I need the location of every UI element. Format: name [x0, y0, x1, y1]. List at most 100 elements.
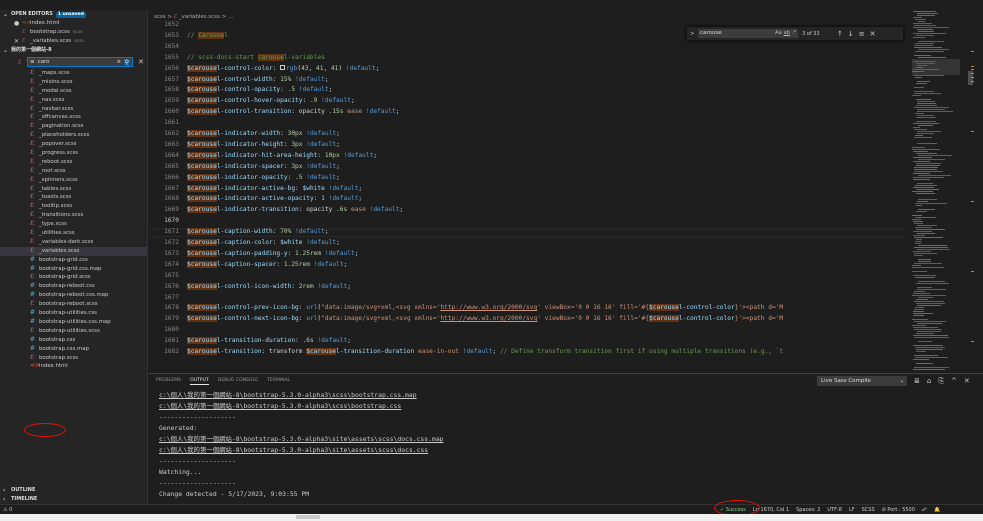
file-tree-item[interactable]: ℰ _tables.scss	[0, 185, 147, 194]
file-tree-item[interactable]: ℰ _spinners.scss	[0, 176, 147, 185]
output-file-link[interactable]: c:\個人\我的第一個網站-8\bootstrap-5.3.0-alpha3\s…	[159, 434, 444, 445]
file-tree-item[interactable]: # bootstrap.css	[0, 336, 147, 345]
minimap-line	[913, 355, 939, 356]
file-tree-item[interactable]: ℰbootstrap-reboot.scss	[0, 300, 147, 309]
live-server-port[interactable]: ⊘ Port : 5500	[882, 507, 915, 513]
maximize-panel-icon[interactable]: ^	[951, 377, 957, 386]
output-log[interactable]: c:\個人\我的第一個網站-8\bootstrap-5.3.0-alpha3\s…	[159, 390, 444, 500]
file-tree-item[interactable]: ℰ _variables-dark.scss	[0, 238, 147, 247]
file-tree-item[interactable]: ℰ _type.scss	[0, 220, 147, 229]
breadcrumb-folder[interactable]: scss	[154, 14, 166, 20]
language-mode[interactable]: SCSS	[862, 507, 875, 513]
file-tree-item[interactable]: # bootstrap-utilities.css.map	[0, 318, 147, 327]
clear-output-icon[interactable]: ⎘	[938, 377, 944, 386]
file-tree-item[interactable]: <> index.html	[0, 362, 147, 371]
output-file-link[interactable]: c:\個人\我的第一個網站-8\bootstrap-5.3.0-alpha3\s…	[159, 390, 444, 401]
file-tree-item[interactable]: ℰ _utilities.scss	[0, 229, 147, 238]
code-editor[interactable]: 1652 1653 // Carousel 1654 1655 // scss-docs-…	[149, 21, 905, 370]
minimap[interactable]	[912, 11, 964, 373]
file-tree-item[interactable]: # bootstrap-reboot.css.map	[0, 291, 147, 300]
minimap-line	[916, 81, 930, 82]
end-of-line[interactable]: LF	[849, 507, 855, 513]
horizontal-scrollbar-thumb[interactable]	[296, 515, 320, 519]
close-editor-icon[interactable]: ✕	[14, 37, 22, 46]
previous-match-icon[interactable]: ↑	[837, 30, 843, 38]
line-number: 1671	[164, 228, 179, 236]
file-tree-item[interactable]: ℰ _placeholders.scss	[0, 131, 147, 140]
editor-scrollbar[interactable]	[966, 11, 974, 373]
feedback-icon[interactable]: ☍	[922, 507, 927, 513]
regex-icon[interactable]: .*	[792, 29, 796, 38]
output-channel-select[interactable]: Live Sass Compile ⌄	[817, 376, 907, 386]
file-tree-item[interactable]: # bootstrap-grid.css	[0, 256, 147, 265]
file-tree-item[interactable]: # bootstrap-grid.css.map	[0, 265, 147, 274]
file-tree-item[interactable]: # bootstrap-reboot.css	[0, 282, 147, 291]
close-filter-icon[interactable]: ✕	[138, 58, 144, 66]
file-tree-item[interactable]: ℰ _root.scss	[0, 167, 147, 176]
breadcrumb-file[interactable]: _variables.scss	[179, 14, 220, 20]
file-tree-item[interactable]: ℰ _pagination.scss	[0, 122, 147, 131]
output-file-link[interactable]: c:\個人\我的第一個網站-8\bootstrap-5.3.0-alpha3\s…	[159, 401, 444, 412]
open-editor-item[interactable]: ✕ ℰ _variables.scss scss	[0, 37, 147, 46]
find-input[interactable]: carouse Aa ab .*	[698, 29, 798, 38]
outline-header[interactable]: › OUTLINE	[0, 486, 147, 495]
lock-scroll-icon[interactable]: ⌂	[927, 377, 931, 386]
match-case-icon[interactable]: Aa	[775, 29, 781, 38]
file-tree-item[interactable]: ℰbootstrap.scss	[0, 354, 147, 363]
file-tree-item[interactable]: ℰbootstrap-grid.scss	[0, 273, 147, 282]
file-tree-item[interactable]: ℰ _tooltip.scss	[0, 202, 147, 211]
fuzzy-match-icon[interactable]: ⚲	[123, 58, 130, 66]
panel-tab-output[interactable]: OUTPUT	[190, 377, 209, 385]
file-tree-item[interactable]: # bootstrap.css.map	[0, 345, 147, 354]
minimap-line	[914, 367, 949, 368]
file-tree-item[interactable]: ℰbootstrap-utilities.scss	[0, 327, 147, 336]
file-tree-item[interactable]: ℰ _maps.scss	[0, 69, 147, 78]
file-tree-item[interactable]: ℰ _modal.scss	[0, 87, 147, 96]
minimap-line	[912, 313, 934, 314]
html-file-icon: <>	[22, 20, 32, 26]
minimap-line	[917, 175, 952, 176]
minimap-line	[913, 309, 924, 310]
minimap-line	[917, 249, 951, 250]
file-tree-item[interactable]: # bootstrap-utilities.css	[0, 309, 147, 318]
file-tree-item[interactable]: ℰ _nav.scss	[0, 96, 147, 105]
file-tree-item[interactable]: ℰ _offcanvas.scss	[0, 113, 147, 122]
open-editor-item[interactable]: ● <> index.html	[0, 19, 147, 28]
file-tree-item[interactable]: ℰ _toasts.scss	[0, 193, 147, 202]
notifications-bell-icon[interactable]: 🔔	[934, 507, 940, 513]
output-file-link[interactable]: c:\個人\我的第一個網站-8\bootstrap-5.3.0-alpha3\s…	[159, 445, 444, 456]
whole-word-icon[interactable]: ab	[784, 29, 790, 38]
code-line: $carousel-indicator-opacity: .5 !default…	[187, 173, 340, 181]
file-tree-item[interactable]: ℰ _transitions.scss	[0, 211, 147, 220]
line-number: 1658	[164, 86, 179, 94]
open-editor-item[interactable]: ℰbootstrap.scss scss	[0, 28, 147, 37]
file-tree-item[interactable]: ℰ _progress.scss	[0, 149, 147, 158]
file-tree-item[interactable]: ℰ _variables.scss	[0, 246, 147, 256]
file-encoding[interactable]: UTF-8	[827, 507, 842, 513]
folder-header[interactable]: ⌄ 我的第一個網站-8	[0, 46, 147, 55]
unsaved-dot-icon[interactable]: ●	[14, 19, 22, 28]
close-panel-icon[interactable]: ✕	[964, 377, 970, 386]
file-tree-item[interactable]: ℰ _popover.scss	[0, 140, 147, 149]
panel-tab-debug-console[interactable]: DEBUG CONSOLE	[218, 377, 258, 385]
breadcrumb-symbol[interactable]: ...	[228, 14, 233, 20]
panel-tab-problems[interactable]: PROBLEMS	[156, 377, 181, 385]
file-tree-item[interactable]: ℰ _navbar.scss	[0, 105, 147, 114]
close-find-icon[interactable]: ✕	[870, 30, 876, 38]
open-editors-header[interactable]: ⌄ OPEN EDITORS 1 unsaved	[0, 10, 147, 19]
find-in-selection-icon[interactable]: ≡	[859, 30, 865, 38]
filter-list-icon[interactable]: ≣	[914, 377, 920, 386]
file-tree-item[interactable]: ℰ _reboot.scss	[0, 158, 147, 167]
minimap-line	[912, 275, 936, 276]
next-match-icon[interactable]: ↓	[848, 30, 854, 38]
indentation[interactable]: Spaces: 2	[796, 507, 820, 513]
panel-tab-terminal[interactable]: TERMINAL	[267, 377, 290, 385]
page-horizontal-scrollbar[interactable]	[0, 514, 983, 521]
file-tree-item[interactable]: ℰ _mixins.scss	[0, 78, 147, 87]
filter-mode-icon[interactable]: ≡	[30, 59, 35, 65]
toggle-replace-icon[interactable]: >	[690, 31, 698, 37]
filter-icon[interactable]: ⩧	[117, 58, 121, 66]
explorer-filter-input[interactable]: ≡ caro ⩧ ⚲	[27, 57, 133, 67]
problems-count[interactable]: ⚠ 0	[3, 507, 12, 513]
timeline-header[interactable]: › TIMELINE	[0, 495, 147, 504]
